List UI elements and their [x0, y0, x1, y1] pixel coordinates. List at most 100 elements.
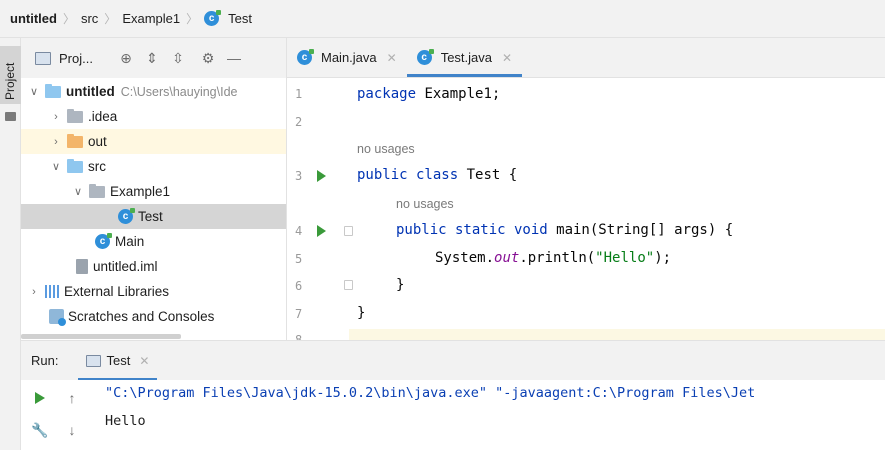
- run-tab-label: Test: [106, 353, 131, 368]
- tree-item-path: C:\Users\hauying\Ide: [120, 84, 238, 99]
- tree-item-label: Example1: [110, 184, 171, 199]
- breadcrumb-item-test[interactable]: c Test: [204, 10, 252, 26]
- tree-item-label: .idea: [88, 109, 118, 124]
- module-folder-icon: [45, 83, 61, 98]
- rerun-button[interactable]: [31, 389, 49, 407]
- scroll-down-button[interactable]: ↓: [63, 421, 81, 439]
- run-gutter-icon[interactable]: [317, 170, 326, 182]
- breadcrumb-separator-icon: 〉: [186, 12, 199, 26]
- libraries-icon: [45, 285, 59, 298]
- console-output-line: Hello: [105, 413, 146, 429]
- close-icon[interactable]: ✕: [387, 51, 397, 65]
- line-number: 7: [295, 307, 303, 321]
- gear-icon[interactable]: ⚙: [199, 49, 217, 67]
- line-number: 8: [295, 333, 303, 340]
- code-line-5: System.out.println("Hello");: [435, 250, 672, 266]
- run-tab-test[interactable]: Test ✕: [78, 341, 158, 381]
- tree-item-main[interactable]: c Main: [21, 229, 286, 254]
- code-editor[interactable]: 1 2 3 4 5 6 7 8 package Example1; no usa…: [287, 79, 885, 340]
- close-icon[interactable]: ✕: [139, 354, 149, 368]
- collapse-all-icon[interactable]: ⇳: [169, 49, 187, 67]
- breadcrumb: untitled 〉 src 〉 Example1 〉 c Test: [0, 0, 885, 38]
- expand-all-icon[interactable]: ⇕: [143, 49, 161, 67]
- tree-item-label: Test: [138, 209, 163, 224]
- code-line-1: package Example1;: [357, 86, 501, 102]
- current-line-highlight: [287, 329, 885, 340]
- tree-item-iml[interactable]: untitled.iml: [21, 254, 286, 279]
- tree-item-scratches[interactable]: Scratches and Consoles: [21, 304, 286, 329]
- run-panel-header: Run: Test ✕: [21, 340, 885, 381]
- tree-item-test[interactable]: c Test: [21, 204, 286, 229]
- class-icon: c: [297, 49, 314, 65]
- breadcrumb-separator-icon: 〉: [62, 12, 75, 26]
- line-number: 2: [295, 115, 303, 129]
- tree-item-example1[interactable]: ∨ Example1: [21, 179, 286, 204]
- editor-tab-bar: c Main.java ✕ c Test.java ✕: [287, 38, 885, 78]
- class-icon: c: [118, 208, 135, 224]
- run-toolbar: ↑ 🔧 ↓: [21, 380, 91, 450]
- tree-item-label: out: [88, 134, 107, 149]
- tree-item-src[interactable]: ∨ src: [21, 154, 286, 179]
- scratches-icon: [49, 309, 66, 326]
- tree-item-external-libraries[interactable]: › External Libraries: [21, 279, 286, 304]
- line-number: 1: [295, 87, 303, 101]
- package-icon: [89, 183, 105, 198]
- project-tool-tab[interactable]: Project: [0, 46, 21, 104]
- locate-icon[interactable]: ⊕: [117, 49, 135, 67]
- chevron-down-icon[interactable]: ∨: [27, 85, 41, 98]
- close-icon[interactable]: ✕: [502, 51, 512, 65]
- project-window-icon: [35, 51, 51, 65]
- tree-item-untitled[interactable]: ∨ untitled C:\Users\hauying\Ide: [21, 79, 286, 104]
- folder-icon: [67, 108, 83, 123]
- tree-item-idea[interactable]: › .idea: [21, 104, 286, 129]
- tab-label: Test.java: [440, 50, 493, 65]
- chevron-right-icon[interactable]: ›: [49, 111, 63, 123]
- project-panel-title[interactable]: Proj...: [59, 51, 93, 66]
- chevron-down-icon[interactable]: ∨: [49, 160, 63, 173]
- tree-item-out[interactable]: › out: [21, 129, 286, 154]
- chevron-right-icon[interactable]: ›: [49, 136, 63, 148]
- code-line-4: public static void main(String[] args) {: [396, 222, 734, 238]
- tree-item-label: Main: [115, 234, 145, 249]
- class-icon: c: [95, 233, 112, 249]
- run-gutter-icon[interactable]: [317, 225, 326, 237]
- usage-hint[interactable]: no usages: [357, 142, 415, 156]
- folder-icon[interactable]: [5, 112, 16, 121]
- run-console[interactable]: ↑ 🔧 ↓ "C:\Program Files\Java\jdk-15.0.2\…: [21, 380, 885, 450]
- tab-label: Main.java: [321, 50, 377, 65]
- play-icon: [35, 392, 45, 404]
- fold-marker-icon[interactable]: [344, 226, 353, 236]
- tab-main-java[interactable]: c Main.java ✕: [287, 38, 407, 77]
- project-panel-header: Proj... ⊕ ⇕ ⇳ ⚙ —: [21, 38, 286, 78]
- fold-marker-icon[interactable]: [344, 280, 353, 290]
- line-number: 6: [295, 279, 303, 293]
- source-folder-icon: [67, 158, 83, 173]
- hide-icon[interactable]: —: [225, 49, 243, 67]
- tab-test-java[interactable]: c Test.java ✕: [406, 38, 523, 77]
- breadcrumb-item-src[interactable]: src: [81, 11, 98, 26]
- line-number: 5: [295, 252, 303, 266]
- tree-item-label: untitled.iml: [93, 259, 158, 274]
- editor-gutter: 1 2 3 4 5 6 7 8: [287, 79, 353, 340]
- run-label: Run:: [31, 353, 59, 368]
- class-icon: c: [204, 10, 222, 26]
- project-tool-tab-label: Project: [3, 62, 17, 100]
- chevron-right-icon[interactable]: ›: [27, 286, 41, 298]
- scroll-up-button[interactable]: ↑: [63, 389, 81, 407]
- breadcrumb-item-example1[interactable]: Example1: [122, 11, 180, 26]
- horizontal-scrollbar[interactable]: [21, 334, 181, 339]
- code-line-7: }: [357, 305, 366, 321]
- wrench-icon[interactable]: 🔧: [31, 421, 49, 439]
- tree-item-label: Scratches and Consoles: [68, 309, 215, 324]
- console-output-line: "C:\Program Files\Java\jdk-15.0.2\bin\ja…: [105, 385, 756, 401]
- project-tree: ∨ untitled C:\Users\hauying\Ide › .idea …: [21, 78, 286, 340]
- tree-item-label: untitled: [66, 84, 115, 99]
- line-number: 3: [295, 169, 303, 183]
- code-line-3: public class Test {: [357, 167, 518, 183]
- breadcrumb-separator-icon: 〉: [104, 12, 117, 26]
- usage-hint[interactable]: no usages: [396, 197, 454, 211]
- line-number: 4: [295, 224, 303, 238]
- tree-item-label: External Libraries: [64, 284, 170, 299]
- breadcrumb-item-untitled[interactable]: untitled: [10, 11, 57, 26]
- chevron-down-icon[interactable]: ∨: [71, 185, 85, 198]
